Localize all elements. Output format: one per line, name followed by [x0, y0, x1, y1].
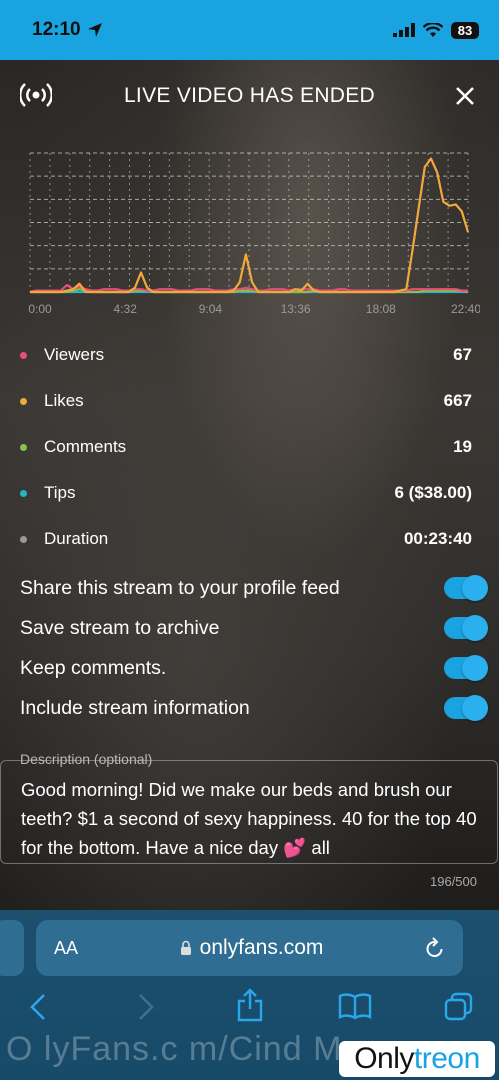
signal-icon	[393, 23, 415, 37]
location-arrow-icon	[87, 23, 102, 37]
legend-dot	[20, 443, 27, 451]
stat-value: 6 ($38.00)	[394, 483, 473, 502]
toggle-knob	[462, 655, 488, 681]
page-title: LIVE VIDEO HAS ENDED	[123, 84, 376, 107]
tabs-icon[interactable]	[444, 992, 474, 1022]
battery-indicator: 83	[451, 21, 479, 39]
watermark-logo: Only treon	[339, 1041, 495, 1077]
stat-label: Tips	[44, 483, 76, 502]
stat-row-viewers: Viewers 67	[20, 332, 472, 378]
x-tick-label: 13:36	[281, 302, 311, 316]
wifi-icon	[423, 22, 443, 37]
stat-row-comments: Comments 19	[20, 424, 472, 470]
x-tick-label: 0:00	[28, 302, 52, 316]
character-count: 196/500	[430, 874, 477, 889]
stat-label: Duration	[44, 529, 109, 548]
stat-label: Viewers	[44, 345, 105, 364]
stat-row-tips: Tips 6 ($38.00)	[20, 470, 472, 516]
address-bar[interactable]: AA onlyfans.com	[36, 920, 463, 976]
stat-value: 67	[453, 345, 472, 364]
toggle-knob	[462, 575, 488, 601]
x-tick-label: 9:04	[199, 302, 223, 316]
stat-value: 19	[453, 437, 472, 456]
toggle-switch[interactable]	[444, 615, 488, 641]
url-text[interactable]: onlyfans.com	[200, 936, 324, 960]
status-bar: 12:10 83	[0, 0, 499, 60]
legend-dot	[20, 351, 27, 359]
browser-toolbar	[0, 988, 499, 1030]
x-tick-label: 22:40	[451, 302, 480, 316]
toggle-knob	[462, 695, 488, 721]
stat-value: 667	[443, 391, 472, 410]
stat-label: Comments	[44, 437, 127, 456]
description-text[interactable]: Good morning! Did we make our beds and b…	[1, 761, 497, 862]
watermark-logo-main: Only	[354, 1042, 414, 1075]
description-label: Description (optional)	[20, 751, 153, 767]
toggle-row: Include stream information	[20, 688, 488, 728]
stat-row-likes: Likes 667	[20, 378, 472, 424]
reader-options-button[interactable]: AA	[54, 938, 78, 959]
stat-value: 00:23:40	[403, 529, 472, 548]
toggle-row: Share this stream to your profile feed	[20, 568, 488, 608]
toggle-label: Keep comments.	[20, 656, 167, 679]
toggle-row: Save stream to archive	[20, 608, 488, 648]
stream-stats-list: Viewers 67 Likes 667 Comments 19 Tips 6 ($38.00…	[20, 332, 472, 562]
close-icon[interactable]	[455, 86, 475, 106]
watermark-text: O lyFans.c m/Cind M	[6, 1030, 343, 1068]
x-tick-label: 18:08	[366, 302, 396, 316]
lock-icon	[180, 940, 191, 955]
toggle-label: Share this stream to your profile feed	[20, 576, 340, 599]
legend-dot	[20, 397, 27, 405]
stream-ended-header: LIVE VIDEO HAS ENDED	[0, 80, 499, 120]
toggle-row: Keep comments.	[20, 648, 488, 688]
stream-options: Share this stream to your profile feed Sa…	[20, 568, 488, 728]
back-icon[interactable]	[28, 992, 48, 1022]
clock: 12:10	[32, 19, 103, 41]
reload-icon[interactable]	[425, 937, 445, 959]
x-tick-label: 4:32	[114, 302, 138, 316]
toggle-knob	[462, 615, 488, 641]
legend-dot	[20, 535, 27, 543]
toggle-label: Include stream information	[20, 696, 250, 719]
description-field[interactable]: Good morning! Did we make our beds and b…	[0, 760, 498, 864]
bookmarks-icon[interactable]	[338, 992, 372, 1020]
stat-row-duration: Duration 00:23:40	[20, 516, 472, 562]
forward-icon[interactable]	[136, 992, 156, 1022]
watermark-logo-accent: treon	[413, 1042, 480, 1075]
share-icon[interactable]	[236, 988, 264, 1022]
legend-dot	[20, 489, 27, 497]
stream-stats-chart: 0:00 4:32 9:04 13:36 18:08 22:40	[28, 152, 480, 316]
toggle-label: Save stream to archive	[20, 616, 220, 639]
toggle-switch[interactable]	[444, 575, 488, 601]
toggle-switch[interactable]	[444, 655, 488, 681]
stat-label: Likes	[44, 391, 84, 410]
clock-text: 12:10	[32, 19, 81, 40]
previous-tab[interactable]	[0, 920, 24, 976]
toggle-switch[interactable]	[444, 695, 488, 721]
